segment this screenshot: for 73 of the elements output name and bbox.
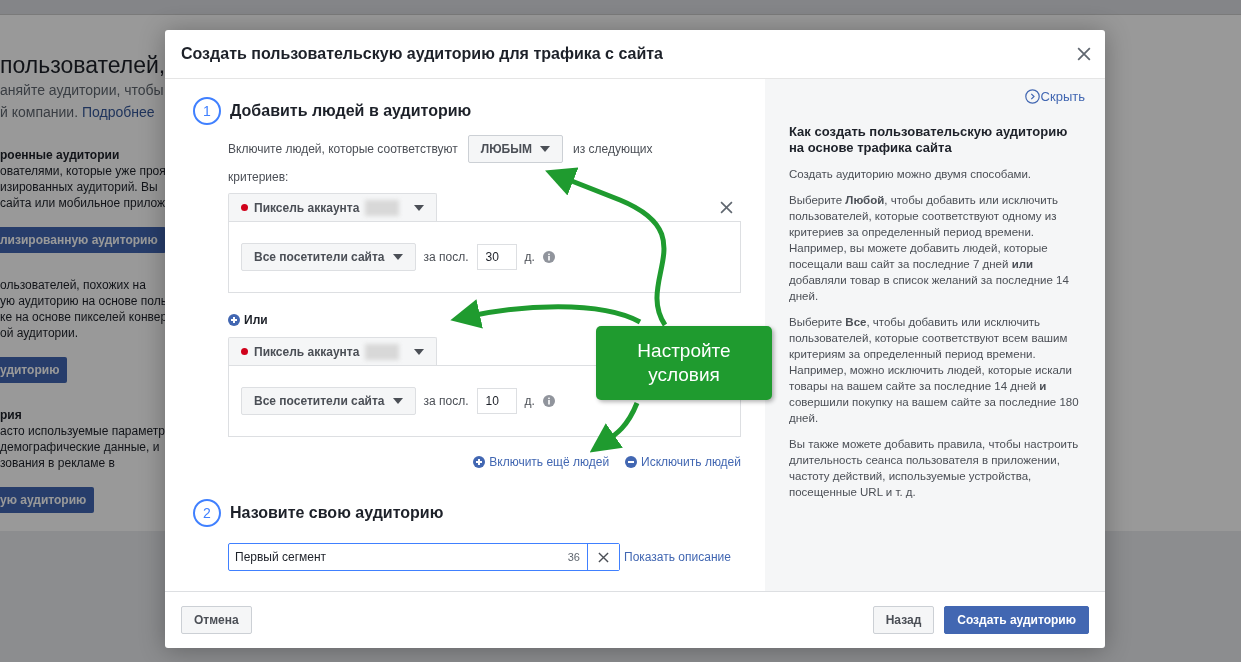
exclude-link[interactable]: Исключить людей — [625, 455, 741, 469]
annotation-arrow — [589, 402, 640, 453]
caret-icon — [414, 348, 424, 355]
dialog-title: Создать пользовательскую аудиторию для трафика с сайта — [181, 45, 663, 63]
period-label: за посл. — [423, 394, 469, 408]
more-link[interactable]: Подробнее — [81, 104, 155, 120]
help-paragraph: Создать аудиторию можно двумя способами. — [789, 167, 1033, 182]
pixel-dropdown[interactable]: Пиксель аккаунта — [228, 337, 437, 365]
status-dot — [241, 204, 248, 211]
section-text: сайта или мобильное прилож — [0, 195, 166, 211]
minus-circle-icon — [625, 456, 638, 468]
help-paragraph: Вы также можете добавить правила, чтобы настроить длительность сеанса пользователя в приложении, частоту действий, используемые устройства, посещенные URL и т. д. — [789, 437, 1080, 500]
include-more-link[interactable]: Включить ещё людей — [473, 455, 610, 469]
match-dropdown[interactable]: ЛЮБЫМ — [467, 135, 563, 163]
info-icon[interactable] — [542, 395, 555, 407]
caret-icon — [392, 398, 403, 404]
event-dropdown[interactable]: Все посетители сайта — [241, 387, 416, 415]
step-number: 2 — [193, 499, 221, 527]
step-number: 1 — [193, 97, 221, 125]
section-title: рия — [0, 407, 22, 423]
include-text: Включите людей, которые соответствуют — [228, 142, 458, 156]
section-text: ой аудитории. — [0, 325, 78, 341]
status-dot — [241, 348, 248, 355]
caret-icon — [540, 146, 550, 152]
info-icon[interactable] — [542, 251, 555, 263]
period-label: за посл. — [423, 250, 469, 264]
plus-circle-icon — [228, 314, 240, 326]
section-text: изированных аудиторий. Вы — [0, 179, 158, 195]
show-description-link[interactable]: Показать описание — [624, 550, 731, 564]
days-unit: д. — [524, 250, 535, 264]
section-text: зования в рекламе в — [0, 455, 115, 471]
cancel-button[interactable]: Отмена — [181, 606, 252, 634]
close-icon — [598, 551, 609, 563]
back-button[interactable]: Назад — [872, 606, 935, 634]
plus-circle-icon — [473, 456, 486, 468]
section-text: ователями, которые уже проя — [0, 163, 166, 179]
include-text: из следующих — [573, 142, 653, 156]
page-heading: пользователей, — [0, 51, 166, 79]
or-label: Или — [244, 313, 268, 327]
days-field[interactable]: 10 — [476, 388, 517, 414]
character-count: 36 — [567, 551, 580, 563]
section-text: ользователей, похожих на — [0, 277, 146, 293]
create-audience-button[interactable]: лизированную аудиторию — [0, 227, 166, 253]
event-dropdown[interactable]: Все посетители сайта — [241, 243, 416, 271]
include-text: критериев: — [228, 170, 289, 184]
section-title: роенные аудитории — [0, 147, 120, 163]
days-field[interactable]: 30 — [476, 244, 517, 270]
section-text: асто используемые параметр — [0, 423, 165, 439]
help-title: Как создать пользовательскую аудиторию на основе трафика сайта — [789, 124, 1069, 156]
redaction-blur — [365, 343, 400, 360]
close-icon — [720, 200, 733, 214]
page-intro-text: аняйте аудитории, чтобы — [0, 81, 164, 100]
page-intro-text: й компании. Подробнее — [0, 103, 155, 122]
step-title: Назовите свою аудиторию — [230, 504, 444, 522]
hide-link[interactable]: Скрыть — [1024, 89, 1085, 104]
caret-icon — [414, 204, 424, 211]
help-paragraph: Выберите Все, чтобы добавить или исключить пользователей, которые соответствуют всем вашим критериям за определенный период времени. Например, можно исключить людей, которые искали товары на вашем сайте за последние 14 дней и совершили покупку на вашем сайте за последние 180 дней. — [789, 315, 1080, 426]
create-audience-button[interactable]: ую аудиторию — [0, 487, 95, 513]
redaction-blur — [365, 199, 400, 216]
pixel-dropdown[interactable]: Пиксель аккаунта — [228, 193, 437, 221]
step-title: Добавить людей в аудиторию — [230, 102, 472, 120]
chevron-circle-icon — [1024, 89, 1040, 104]
days-unit: д. — [524, 394, 535, 408]
remove-button[interactable] — [720, 200, 733, 214]
create-button[interactable]: Создать аудиторию — [944, 606, 1089, 634]
close-button[interactable] — [1077, 47, 1091, 61]
caret-icon — [392, 254, 403, 260]
close-icon — [1077, 47, 1091, 61]
help-paragraph: Выберите Любой, чтобы добавить или исключить пользователей, которые соответствуют одному из критериев за определенный период времени. Например, вы можете добавить людей, которые посещали ваш сайт за последние 7 дней или добавляли товар в список желаний за последние 14 дней. — [789, 193, 1070, 304]
create-audience-button[interactable]: удиторию — [0, 357, 68, 383]
clear-button[interactable] — [587, 544, 619, 570]
section-text: демографические данные, и — [0, 439, 160, 455]
annotation-callout: Настройте условия — [596, 326, 772, 400]
